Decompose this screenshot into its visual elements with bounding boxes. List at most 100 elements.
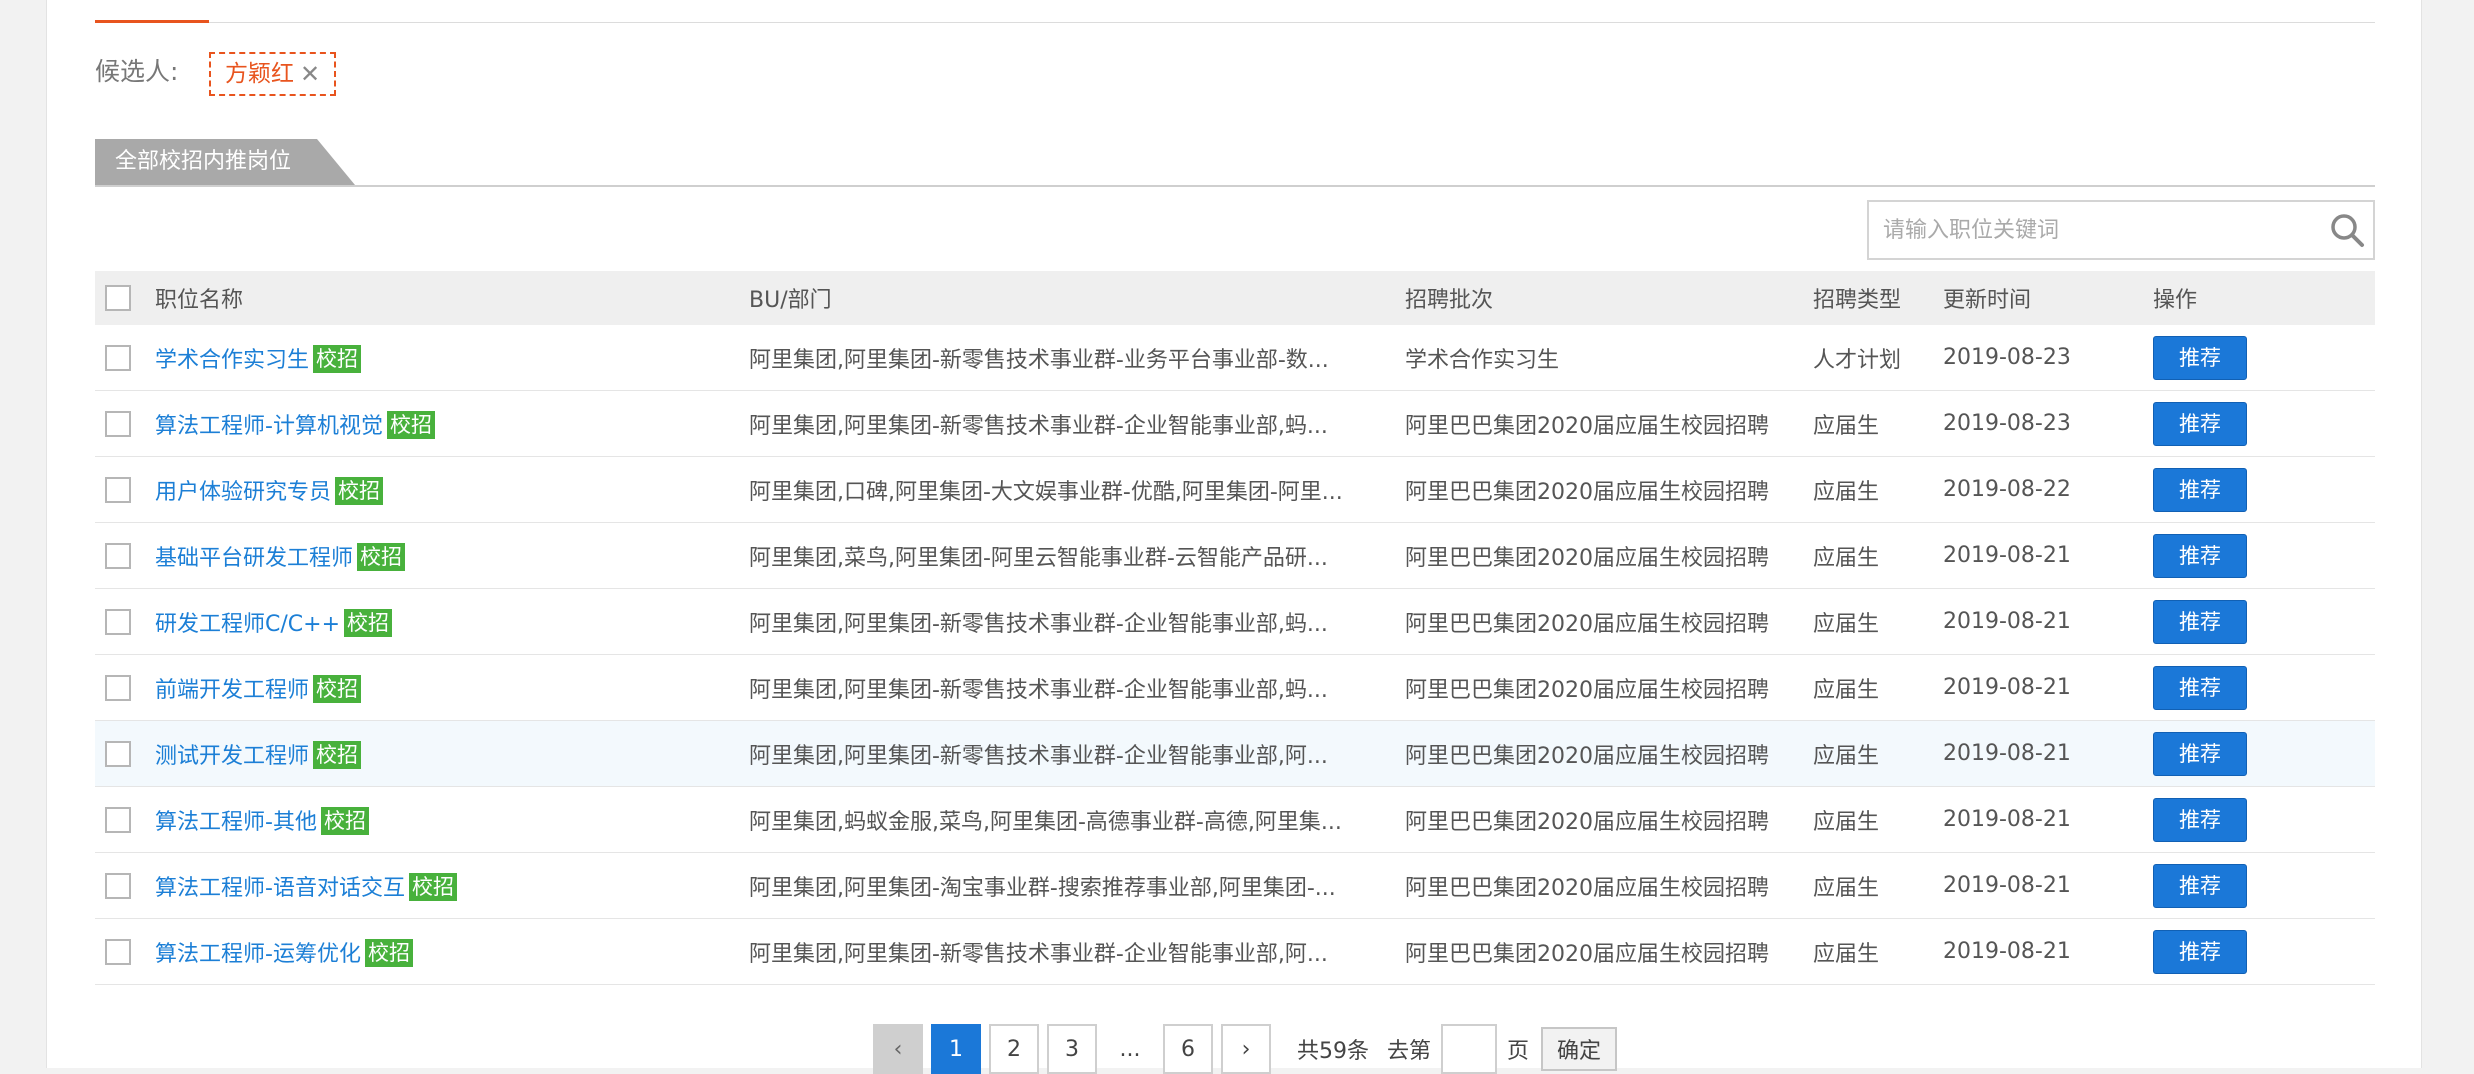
recommend-button[interactable]: 推荐 xyxy=(2153,533,2247,578)
table-row: 算法工程师-计算机视觉 校招 阿里集团,阿里集团-新零售技术事业群-企业智能事业部,… xyxy=(95,390,2375,457)
job-bu: 阿里集团,阿里集团-新零售技术事业群-企业智能事业部,阿... xyxy=(749,720,1405,787)
recommend-button[interactable]: 推荐 xyxy=(2153,599,2247,644)
recommend-button[interactable]: 推荐 xyxy=(2153,335,2247,380)
row-checkbox[interactable] xyxy=(105,542,131,569)
row-checkbox[interactable] xyxy=(105,476,131,503)
job-batch: 阿里巴巴集团2020届应届生校园招聘 xyxy=(1405,588,1813,655)
table-row: 算法工程师-语音对话交互 校招 阿里集团,阿里集团-淘宝事业群-搜索推荐事业部,阿里… xyxy=(95,852,2375,919)
goto-confirm-button[interactable]: 确定 xyxy=(1541,1027,1618,1071)
prev-page-button[interactable]: ‹ xyxy=(873,1024,923,1074)
job-batch: 阿里巴巴集团2020届应届生校园招聘 xyxy=(1405,654,1813,721)
section-divider xyxy=(95,185,2375,187)
job-updated: 2019-08-21 xyxy=(1943,720,2153,787)
row-checkbox[interactable] xyxy=(105,410,131,437)
job-title-link[interactable]: 算法工程师-运筹优化 xyxy=(155,942,361,967)
job-title-link[interactable]: 算法工程师-其他 xyxy=(155,810,317,835)
page-button-2[interactable]: 2 xyxy=(989,1024,1039,1074)
job-bu: 阿里集团,阿里集团-新零售技术事业群-业务平台事业部-数... xyxy=(749,325,1405,391)
goto-suffix: 页 xyxy=(1507,1039,1530,1064)
recommend-button[interactable]: 推荐 xyxy=(2153,665,2247,710)
job-type: 应届生 xyxy=(1813,522,1943,589)
row-checkbox[interactable] xyxy=(105,674,131,701)
job-updated: 2019-08-22 xyxy=(1943,456,2153,523)
job-title-link[interactable]: 用户体验研究专员 xyxy=(155,480,331,505)
job-batch: 阿里巴巴集团2020届应届生校园招聘 xyxy=(1405,918,1813,985)
row-checkbox[interactable] xyxy=(105,344,131,371)
campus-badge: 校招 xyxy=(335,476,384,505)
job-bu: 阿里集团,口碑,阿里集团-大文娱事业群-优酷,阿里集团-阿里... xyxy=(749,456,1405,523)
row-checkbox[interactable] xyxy=(105,740,131,767)
header-type: 招聘类型 xyxy=(1813,271,1943,325)
job-title-link[interactable]: 研发工程师C/C++ xyxy=(155,612,340,637)
candidate-label: 候选人: xyxy=(95,57,179,86)
main-panel: 候选人: 方颖红 ✕ 全部校招内推岗位 职位名称 BU/部门 招聘批次 招聘类型… xyxy=(46,0,2422,1074)
recommend-button[interactable]: 推荐 xyxy=(2153,467,2247,512)
job-batch: 阿里巴巴集团2020届应届生校园招聘 xyxy=(1405,720,1813,787)
select-all-checkbox[interactable] xyxy=(105,285,131,311)
goto-page-input[interactable] xyxy=(1441,1024,1498,1074)
search-input[interactable] xyxy=(1869,202,2337,258)
next-page-button[interactable]: › xyxy=(1221,1024,1271,1074)
job-title-link[interactable]: 算法工程师-语音对话交互 xyxy=(155,876,405,901)
recommend-button[interactable]: 推荐 xyxy=(2153,797,2247,842)
recommend-button[interactable]: 推荐 xyxy=(2153,863,2247,908)
table-row: 用户体验研究专员 校招 阿里集团,口碑,阿里集团-大文娱事业群-优酷,阿里集团-阿里… xyxy=(95,456,2375,523)
campus-badge: 校招 xyxy=(364,938,413,967)
job-title-link[interactable]: 基础平台研发工程师 xyxy=(155,546,353,571)
job-bu: 阿里集团,阿里集团-新零售技术事业群-企业智能事业部,蚂... xyxy=(749,390,1405,457)
job-bu: 阿里集团,蚂蚁金服,菜鸟,阿里集团-高德事业群-高德,阿里集... xyxy=(749,786,1405,853)
job-type: 应届生 xyxy=(1813,390,1943,457)
recommend-button[interactable]: 推荐 xyxy=(2153,731,2247,776)
row-checkbox[interactable] xyxy=(105,608,131,635)
job-type: 应届生 xyxy=(1813,786,1943,853)
campus-badge: 校招 xyxy=(313,674,362,703)
job-type: 应届生 xyxy=(1813,588,1943,655)
candidate-tag[interactable]: 方颖红 ✕ xyxy=(209,52,337,96)
header-job-name: 职位名称 xyxy=(155,271,749,325)
tab-bar-divider xyxy=(95,22,2375,23)
table-row: 算法工程师-运筹优化 校招 阿里集团,阿里集团-新零售技术事业群-企业智能事业部,阿… xyxy=(95,918,2375,985)
job-title-link[interactable]: 前端开发工程师 xyxy=(155,678,309,703)
page-ellipsis: ... xyxy=(1119,1036,1141,1062)
job-batch: 阿里巴巴集团2020届应届生校园招聘 xyxy=(1405,852,1813,919)
header-updated: 更新时间 xyxy=(1943,271,2153,325)
campus-badge: 校招 xyxy=(408,872,457,901)
job-updated: 2019-08-21 xyxy=(1943,786,2153,853)
row-checkbox[interactable] xyxy=(105,872,131,899)
job-type: 人才计划 xyxy=(1813,325,1943,391)
campus-badge: 校招 xyxy=(313,740,362,769)
campus-badge: 校招 xyxy=(344,608,393,637)
job-bu: 阿里集团,阿里集团-淘宝事业群-搜索推荐事业部,阿里集团-... xyxy=(749,852,1405,919)
section-tab-all-campus-jobs[interactable]: 全部校招内推岗位 xyxy=(95,139,355,185)
job-bu: 阿里集团,阿里集团-新零售技术事业群-企业智能事业部,蚂... xyxy=(749,588,1405,655)
job-bu: 阿里集团,阿里集团-新零售技术事业群-企业智能事业部,蚂... xyxy=(749,654,1405,721)
close-icon[interactable]: ✕ xyxy=(300,52,320,96)
job-batch: 阿里巴巴集团2020届应届生校园招聘 xyxy=(1405,390,1813,457)
table-row: 测试开发工程师 校招 阿里集团,阿里集团-新零售技术事业群-企业智能事业部,阿...… xyxy=(95,720,2375,787)
job-updated: 2019-08-21 xyxy=(1943,918,2153,985)
page-button-1[interactable]: 1 xyxy=(931,1024,981,1074)
search-icon[interactable] xyxy=(2329,212,2365,248)
campus-badge: 校招 xyxy=(313,344,362,373)
total-count: 共59条 xyxy=(1297,1039,1369,1064)
job-type: 应届生 xyxy=(1813,654,1943,721)
job-title-link[interactable]: 测试开发工程师 xyxy=(155,744,309,769)
job-type: 应届生 xyxy=(1813,918,1943,985)
job-updated: 2019-08-23 xyxy=(1943,390,2153,457)
job-bu: 阿里集团,阿里集团-新零售技术事业群-企业智能事业部,阿... xyxy=(749,918,1405,985)
job-updated: 2019-08-21 xyxy=(1943,852,2153,919)
job-title-link[interactable]: 学术合作实习生 xyxy=(155,348,309,373)
job-title-link[interactable]: 算法工程师-计算机视觉 xyxy=(155,414,383,439)
table-row: 基础平台研发工程师 校招 阿里集团,菜鸟,阿里集团-阿里云智能事业群-云智能产品研.… xyxy=(95,522,2375,589)
recommend-button[interactable]: 推荐 xyxy=(2153,929,2247,974)
row-checkbox[interactable] xyxy=(105,938,131,965)
row-checkbox[interactable] xyxy=(105,806,131,833)
candidate-name: 方颖红 xyxy=(225,61,294,87)
recommend-button[interactable]: 推荐 xyxy=(2153,401,2247,446)
page-button-3[interactable]: 3 xyxy=(1047,1024,1097,1074)
table-row: 研发工程师C/C++ 校招 阿里集团,阿里集团-新零售技术事业群-企业智能事业部,蚂… xyxy=(95,588,2375,655)
header-action: 操作 xyxy=(2153,271,2375,325)
header-batch: 招聘批次 xyxy=(1405,271,1813,325)
job-updated: 2019-08-21 xyxy=(1943,654,2153,721)
page-button-last[interactable]: 6 xyxy=(1163,1024,1213,1074)
